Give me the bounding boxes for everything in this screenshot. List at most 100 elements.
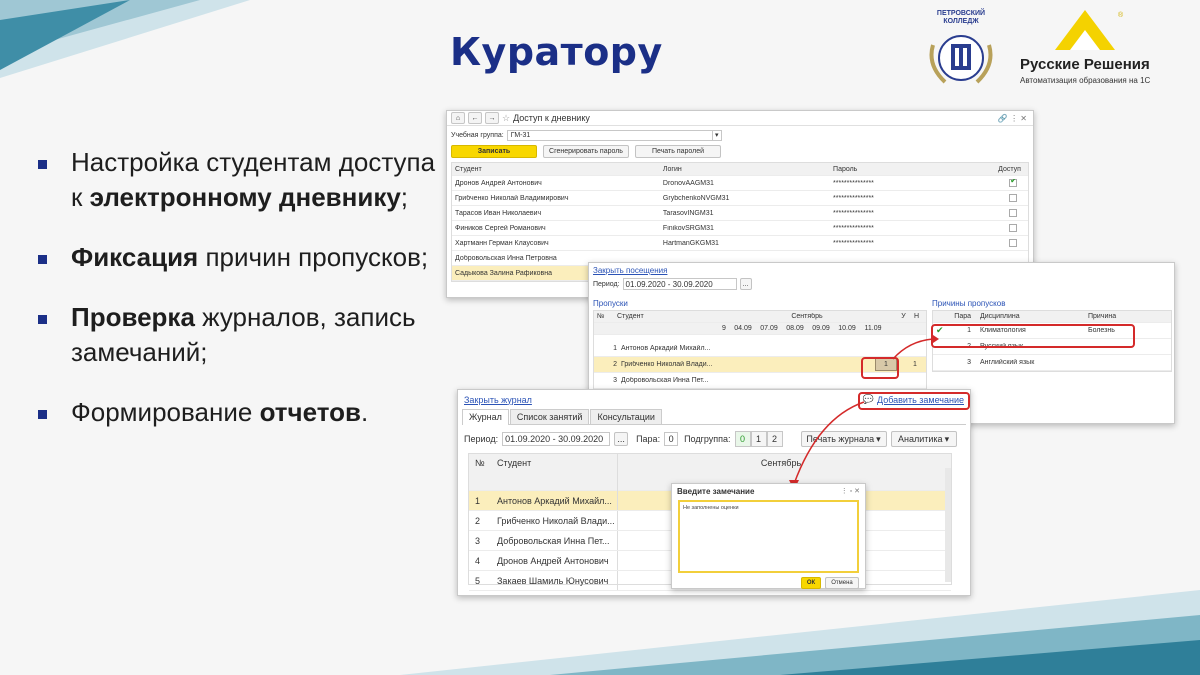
cell-student: Антонов Аркадий Михайл...: [497, 495, 612, 506]
bullet-item: Формирование отчетов.: [38, 395, 438, 430]
analytics-button[interactable]: Аналитика ▾: [890, 431, 957, 447]
subgroup-option[interactable]: 1: [750, 431, 767, 447]
table-row[interactable]: 1 Антонов Аркадий Михайл...: [594, 341, 926, 357]
col-para: Пара: [954, 313, 971, 320]
bullet-text-1c: ;: [400, 182, 409, 212]
window-controls[interactable]: 🔗 ⋮ ✕: [998, 114, 1027, 123]
col-num: №: [597, 313, 605, 320]
cell-login: DronovAAGM31: [662, 179, 714, 187]
highlight-add-remark: [858, 392, 970, 410]
cell-student: Тарасов Иван Николаевич: [455, 209, 542, 217]
table-row[interactable]: Тарасов Иван Николаевич TarasovINGM31 ****…: [452, 206, 1028, 221]
college-emblem-icon: [929, 35, 993, 84]
dialog-controls[interactable]: ⋮ ▫ ✕: [841, 487, 860, 495]
subgroup-label: Подгруппа:: [684, 434, 731, 444]
bullet-marker: [38, 410, 47, 419]
cell-num: 5: [475, 575, 481, 586]
forward-arrow-icon[interactable]: →: [485, 112, 499, 124]
subgroup-option[interactable]: 0: [734, 431, 751, 447]
cell-para: 3: [967, 359, 971, 366]
bullet-text-1b: электронному дневнику: [89, 182, 401, 212]
access-checkbox[interactable]: [1009, 194, 1018, 202]
cell-login: HartmanGKGM31: [662, 239, 719, 247]
access-checkbox[interactable]: [1009, 224, 1018, 232]
dialog-title: Введите замечание: [677, 486, 755, 496]
dropdown-arrow-icon[interactable]: ▾: [711, 131, 721, 140]
bullet-marker: [38, 315, 47, 324]
table-row[interactable]: Хартманн Герман Клаусович HartmanGKGM31 **…: [452, 236, 1028, 251]
bullet-text-4a: Формирование: [71, 397, 260, 427]
col-discipline: Дисциплина: [980, 313, 1020, 320]
period-label: Период:: [464, 434, 499, 444]
save-button[interactable]: Записать: [451, 145, 537, 158]
period-select-button[interactable]: ...: [614, 432, 629, 446]
bullet-text-4b: отчетов: [259, 397, 361, 427]
bullet-marker: [38, 255, 47, 264]
close-attendance-link[interactable]: Закрыть посещения: [593, 266, 1170, 275]
col-student: Студент: [497, 458, 532, 468]
home-icon[interactable]: ⌂: [451, 112, 465, 124]
cancel-button[interactable]: Отмена: [825, 577, 859, 589]
close-journal-link[interactable]: Закрыть журнал: [464, 395, 532, 405]
college-logo: ПЕТРОВСКИЙ КОЛЛЕДЖ: [925, 10, 997, 90]
table-row[interactable]: Фиников Сергей Романович FinikovSRGM31 ***…: [452, 221, 1028, 236]
absences-label: Пропуски: [593, 299, 628, 308]
cell-access: [998, 209, 1028, 217]
date-header: 9: [722, 325, 726, 332]
cell-student: Добровольская Инна Пет...: [497, 535, 610, 546]
table-header: Студент Логин Пароль Доступ: [452, 163, 1028, 176]
tab-2[interactable]: Список занятий: [509, 409, 590, 424]
arrow-to-reason-icon: [892, 335, 939, 360]
access-checkbox[interactable]: [1009, 239, 1018, 247]
cell-student: Грибченко Николай Владимирович: [455, 194, 569, 202]
bottom-decoration: [400, 585, 1200, 675]
access-checkbox[interactable]: [1009, 209, 1018, 217]
reasons-label: Причины пропусков: [932, 299, 1006, 308]
reason-row[interactable]: 3 Английский язык: [933, 355, 1171, 371]
cell-password: ***************: [833, 179, 874, 187]
generate-password-button[interactable]: Сгенерировать пароль: [543, 145, 629, 158]
dates-header: 9 04.09 07.09 08.09 09.09 10.09 11.09: [594, 323, 926, 335]
col-u: У: [901, 313, 906, 320]
print-passwords-button[interactable]: Печать паролей: [635, 145, 721, 158]
date-header: 10.09: [838, 325, 856, 332]
cell-student: Грибченко Николай Влади...: [497, 515, 615, 526]
cell-login: TarasovINGM31: [662, 209, 714, 217]
back-arrow-icon[interactable]: ←: [468, 112, 482, 124]
remark-textarea[interactable]: Не заполнены оценки: [678, 500, 859, 573]
period-select-button[interactable]: ...: [739, 278, 752, 290]
vertical-scrollbar[interactable]: [945, 468, 951, 582]
dropdown-arrow-icon: ▾: [944, 433, 950, 444]
col-n: Н: [913, 313, 920, 320]
cell-password: ***************: [833, 239, 874, 247]
highlight-reason-row: [931, 324, 1135, 348]
cell-login: GrybchenkoNVGM31: [662, 194, 730, 202]
table-row[interactable]: Дронов Андрей Антонович DronovAAGM31 *****…: [452, 176, 1028, 191]
para-field[interactable]: 0: [664, 432, 679, 446]
cell-student: Добровольская Инна Пет...: [621, 377, 709, 384]
cell-num: 1: [475, 495, 481, 506]
window-title: Доступ к дневнику: [513, 113, 590, 123]
cell-login: FinikovSRGM31: [662, 224, 714, 232]
bullet-list: Настройка студентам доступа к электронно…: [38, 145, 438, 455]
tab-3[interactable]: Консультации: [590, 409, 662, 424]
cell-student: Закаев Шамиль Юнусович: [497, 575, 609, 586]
check-icon: ✔: [1010, 179, 1017, 185]
checked-checkbox[interactable]: ✔: [1009, 179, 1018, 187]
tab-1[interactable]: Журнал: [462, 409, 509, 425]
rr-triangle-icon: [1055, 10, 1115, 50]
arrow-to-dialog-icon: [789, 401, 865, 490]
subgroup-option[interactable]: 2: [766, 431, 783, 447]
group-field[interactable]: ГМ-31 ▾: [506, 130, 722, 141]
cell-student: Хартманн Герман Клаусович: [455, 239, 549, 247]
cell-discipline: Английский язык: [980, 359, 1035, 366]
ok-button[interactable]: ОК: [801, 577, 821, 589]
analytics-label: Аналитика: [898, 434, 943, 444]
cell-student: Дронов Андрей Антонович: [497, 555, 609, 566]
col-access: Доступ: [998, 165, 1021, 173]
period-field[interactable]: 01.09.2020 - 30.09.2020: [502, 432, 611, 446]
star-icon[interactable]: ☆: [502, 113, 510, 124]
cell-student: Антонов Аркадий Михайл...: [621, 345, 711, 352]
period-field[interactable]: 01.09.2020 - 30.09.2020: [622, 278, 737, 290]
table-row[interactable]: Грибченко Николай Владимирович Grybchenko…: [452, 191, 1028, 206]
